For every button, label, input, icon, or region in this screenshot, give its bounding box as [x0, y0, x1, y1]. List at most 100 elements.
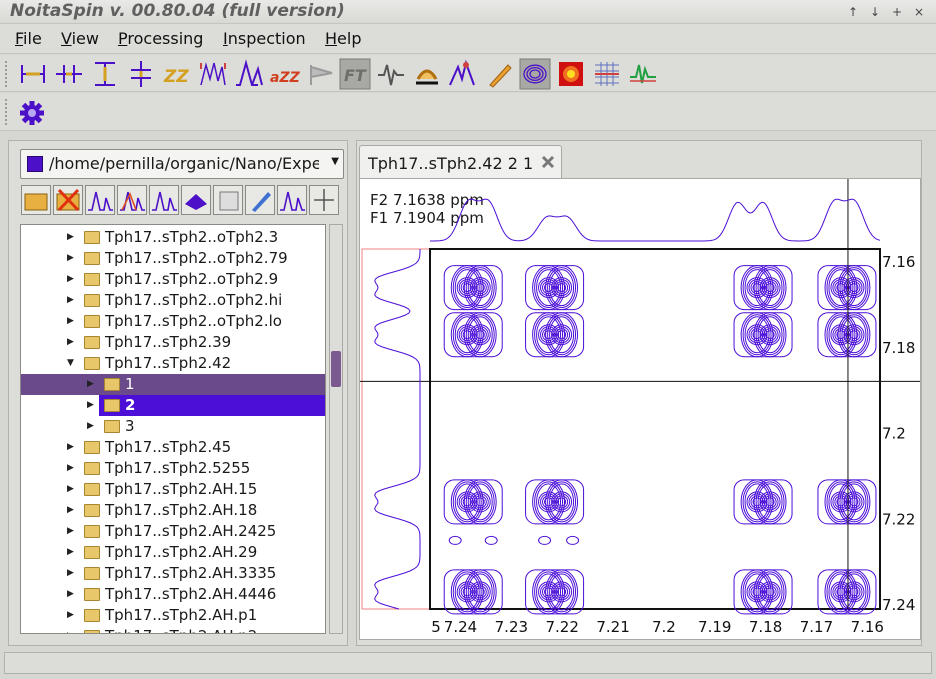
settings-gear-icon[interactable] — [18, 99, 46, 127]
collapsed-arrow-icon[interactable]: ▶ — [67, 547, 74, 557]
collapsed-arrow-icon[interactable]: ▶ — [87, 421, 94, 431]
phase-icon[interactable] — [449, 59, 475, 86]
tree-item[interactable]: ▶ Tph17..sTph2.AH.15 — [21, 479, 325, 500]
tree-item[interactable]: ▶ Tph17..sTph2..oTph2.9 — [21, 269, 325, 290]
collapsed-arrow-icon[interactable]: ▶ — [67, 505, 74, 515]
menu-view[interactable]: View — [61, 29, 99, 48]
zoom-horizontal-icon[interactable] — [21, 65, 45, 83]
flag-icon[interactable] — [310, 65, 333, 85]
x-tick-label: 7.23 — [495, 618, 528, 636]
tree-item[interactable]: ▶ Tph17..sTph2.39 — [21, 332, 325, 353]
heatmap-icon[interactable] — [559, 62, 583, 86]
tree-item[interactable]: ▶ Tph17..sTph2..oTph2.lo — [21, 311, 325, 332]
baseline-icon[interactable] — [416, 69, 438, 85]
scrollbar-thumb[interactable] — [331, 351, 341, 387]
edit-icon[interactable] — [245, 185, 275, 215]
menu-inspection[interactable]: Inspection — [223, 29, 306, 48]
collapsed-arrow-icon[interactable]: ▶ — [67, 295, 74, 305]
collapsed-arrow-icon[interactable]: ▶ — [67, 463, 74, 473]
fid-icon[interactable] — [378, 64, 404, 86]
close-tab-icon[interactable] — [541, 155, 555, 169]
move-up-button[interactable]: ↑ — [844, 3, 862, 21]
chevron-down-icon: ▼ — [331, 156, 339, 167]
collapsed-arrow-icon[interactable]: ▶ — [67, 337, 74, 347]
collapsed-arrow-icon[interactable]: ▶ — [67, 610, 74, 620]
folder-icon — [84, 441, 100, 454]
grid-icon[interactable] — [595, 62, 619, 86]
path-combo[interactable]: /home/pernilla/organic/Nano/Exper ▼ — [20, 149, 344, 179]
collapsed-arrow-icon[interactable]: ▶ — [67, 631, 74, 633]
open-folder-icon[interactable] — [21, 185, 51, 215]
move-down-button[interactable]: ↓ — [866, 3, 884, 21]
tree-item[interactable]: ▶ Tph17..sTph2.AH.3335 — [21, 563, 325, 584]
toolbar-grip-2[interactable] — [5, 99, 9, 125]
contour-chart[interactable]: 5 7.24 7.23 7.22 7.21 7.2 7.19 7.18 7.17 7.167.16… — [360, 179, 920, 639]
zoom-vertical-icon[interactable] — [95, 62, 115, 86]
phase-spectrum-icon[interactable] — [149, 185, 179, 215]
tree-item[interactable]: ▶ 2 — [21, 395, 325, 416]
3d-plot-icon[interactable] — [181, 185, 211, 215]
tree-item-label: Tph17..sTph2..oTph2.79 — [105, 249, 288, 267]
tree-item[interactable]: ▶ Tph17..sTph2..oTph2.79 — [21, 248, 325, 269]
expanded-arrow-icon[interactable]: ▼ — [67, 358, 74, 368]
split-icon[interactable] — [309, 185, 339, 215]
menu-help[interactable]: Help — [325, 29, 361, 48]
tree-item[interactable]: ▶ Tph17..sTph2.5255 — [21, 458, 325, 479]
collapsed-arrow-icon[interactable]: ▶ — [67, 589, 74, 599]
tree-item[interactable]: ▶ Tph17..sTph2.45 — [21, 437, 325, 458]
slice-icon[interactable] — [630, 64, 656, 84]
tree-item[interactable]: ▶ Tph17..sTph2.AH.4446 — [21, 584, 325, 605]
folder-icon — [104, 378, 120, 391]
tree-item[interactable]: ▶ Tph17..sTph2..oTph2.3 — [21, 227, 325, 248]
zoom-zz-icon[interactable]: ZZ — [163, 67, 189, 87]
contour-icon[interactable] — [519, 58, 551, 90]
tree-scrollbar[interactable] — [329, 224, 343, 634]
multi-spectrum-icon[interactable] — [117, 185, 147, 215]
delete-folder-icon[interactable] — [53, 185, 83, 215]
zoom-peaks-icon[interactable] — [200, 62, 226, 86]
integrate-icon-glyph — [280, 191, 305, 211]
collapsed-arrow-icon[interactable]: ▶ — [67, 568, 74, 578]
collapsed-arrow-icon[interactable]: ▶ — [67, 526, 74, 536]
dataset-tree[interactable]: ▶ Tph17..sTph2..oTph2.3 ▶ Tph17..sTph2..oTp… — [20, 224, 326, 634]
tree-item[interactable]: ▶ 3 — [21, 416, 325, 437]
tree-item[interactable]: ▶ Tph17..sTph2.AH.29 — [21, 542, 325, 563]
y-tick-label: 7.22 — [882, 510, 915, 528]
spectrum-icon[interactable] — [85, 185, 115, 215]
collapsed-arrow-icon[interactable]: ▶ — [67, 442, 74, 452]
fourier-transform-icon[interactable]: FT — [339, 58, 371, 90]
folder-icon — [84, 504, 100, 517]
menu-processing[interactable]: Processing — [118, 29, 203, 48]
collapsed-arrow-icon[interactable]: ▶ — [67, 274, 74, 284]
tree-item[interactable]: ▶ Tph17..sTph2.AH.18 — [21, 500, 325, 521]
maximize-button[interactable]: + — [888, 3, 906, 21]
collapsed-arrow-icon[interactable]: ▶ — [67, 253, 74, 263]
tree-item[interactable]: ▶ 1 — [21, 374, 325, 395]
tree-item[interactable]: ▶ Tph17..sTph2.AH.2425 — [21, 521, 325, 542]
f2-projection-trace — [430, 198, 881, 242]
spectrum-plot-area[interactable]: F2 7.1638 ppm F1 7.1904 ppm 5 7.24 7.23 7.2… — [359, 178, 921, 640]
folder-icon — [84, 525, 100, 538]
menu-file[interactable]: File — [15, 29, 42, 48]
close-button[interactable]: × — [910, 3, 928, 21]
tree-item-label: Tph17..sTph2..oTph2.3 — [105, 228, 279, 246]
spectrum-panel: Tph17..sTph2.42 2 1 F2 7.1638 ppm F1 7.1… — [356, 140, 922, 646]
pencil-icon[interactable] — [489, 64, 512, 88]
tree-item[interactable]: ▶ Tph17..sTph2.AH.p1 — [21, 605, 325, 626]
integrate-icon[interactable] — [277, 185, 307, 215]
peak-icon[interactable] — [236, 59, 263, 86]
collapsed-arrow-icon[interactable]: ▶ — [67, 316, 74, 326]
collapsed-arrow-icon[interactable]: ▶ — [67, 232, 74, 242]
collapsed-arrow-icon[interactable]: ▶ — [87, 400, 94, 410]
tree-item[interactable]: ▶ Tph17..sTph2..oTph2.hi — [21, 290, 325, 311]
tree-item[interactable]: ▶ Tph17..sTph2.AH.p2 — [21, 626, 325, 633]
zoom-in-vertical-icon[interactable] — [131, 61, 151, 87]
tree-item-label: Tph17..sTph2.AH.15 — [105, 480, 258, 498]
zoom-in-horizontal-icon[interactable] — [56, 65, 82, 83]
collapsed-arrow-icon[interactable]: ▶ — [67, 484, 74, 494]
stack-icon[interactable] — [213, 185, 243, 215]
collapsed-arrow-icon[interactable]: ▶ — [87, 379, 94, 389]
tab-spectrum[interactable]: Tph17..sTph2.42 2 1 — [359, 145, 562, 179]
tree-item[interactable]: ▼ Tph17..sTph2.42 — [21, 353, 325, 374]
auto-zoom-icon[interactable]: aZZ — [270, 70, 301, 86]
